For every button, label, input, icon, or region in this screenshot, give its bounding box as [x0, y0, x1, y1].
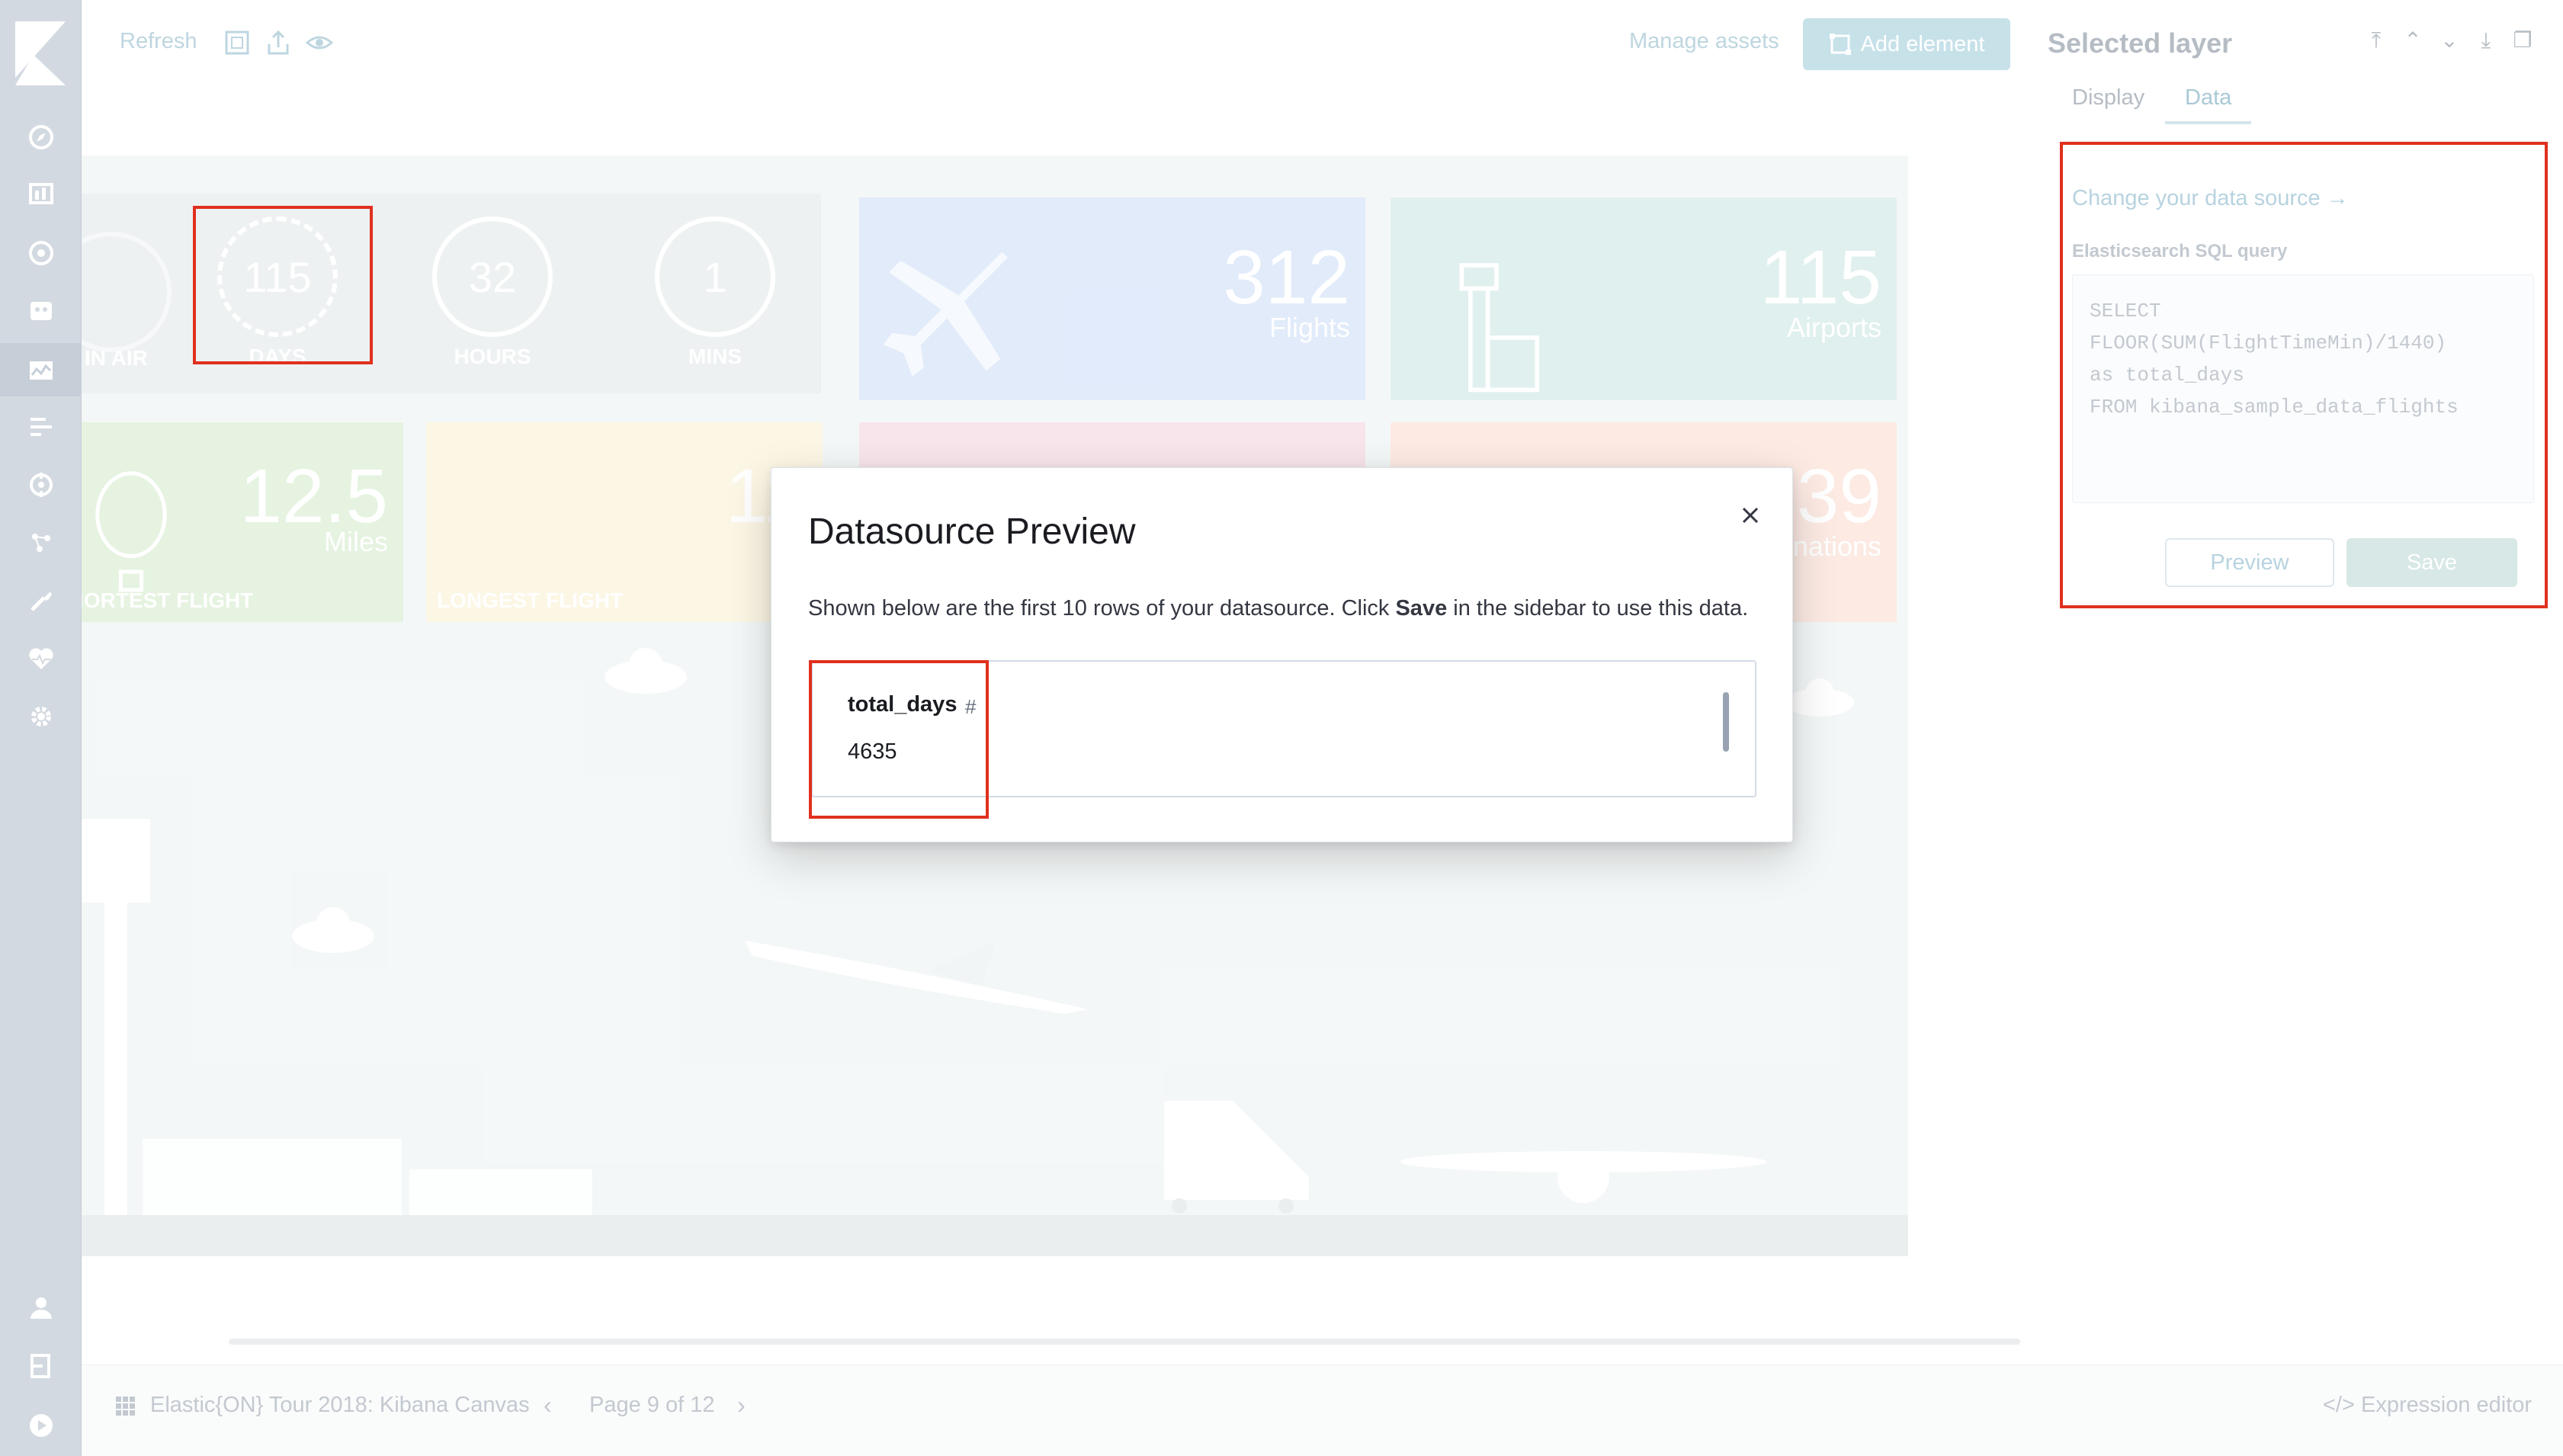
send-to-back-icon[interactable]: ⤓ [2476, 29, 2496, 52]
duplicate-icon[interactable]: ❐ [2513, 29, 2533, 52]
modal-description-text: Shown below are the first 10 rows of you… [808, 596, 1396, 621]
collapse-play-icon[interactable] [26, 1410, 56, 1441]
graph-icon[interactable] [26, 528, 56, 558]
table-scrollbar[interactable] [1723, 692, 1729, 752]
user-icon[interactable] [26, 1293, 56, 1323]
page-footer: Elastic{ON} Tour 2018: Kibana Canvas ‹ P… [82, 1365, 2563, 1456]
highlight-box [193, 206, 373, 364]
page-indicator[interactable]: Page 9 of 12 [589, 1393, 714, 1418]
chevron-right-icon[interactable]: › [737, 1391, 746, 1419]
send-backward-icon[interactable]: ⌄ [2440, 29, 2459, 52]
tab-display[interactable]: Display [2072, 85, 2144, 111]
logout-icon[interactable] [26, 1351, 56, 1381]
ml-icon[interactable] [26, 470, 56, 500]
grid-icon[interactable] [115, 1396, 136, 1417]
highlight-box [809, 660, 989, 819]
save-button[interactable]: Save [2346, 538, 2517, 587]
left-nav [0, 0, 82, 1456]
modal-title: Datasource Preview [808, 512, 1136, 552]
modal-description-text-end: in the sidebar to use this data. [1447, 596, 1749, 621]
timelion-icon[interactable] [26, 296, 56, 326]
sql-query-input[interactable]: SELECT FLOOR(SUM(FlightTimeMin)/1440) as… [2072, 274, 2534, 503]
change-data-source-link[interactable]: Change your data source → [2072, 186, 2349, 211]
sidebar-title: Selected layer [2048, 27, 2233, 59]
sidebar-panel: Selected layer ⤒ ⌃ ⌄ ⤓ ❐ Display Data Ch… [2028, 0, 2563, 1456]
monitoring-icon[interactable] [26, 643, 56, 674]
arrow-right-icon: → [2326, 186, 2349, 210]
kibana-logo[interactable] [15, 21, 66, 85]
expression-editor-label: Expression editor [2361, 1393, 2533, 1417]
apm-icon[interactable] [26, 412, 56, 442]
query-label: Elasticsearch SQL query [2072, 241, 2288, 261]
discover-icon[interactable] [26, 122, 56, 152]
visualize-icon[interactable] [26, 178, 56, 209]
chevron-left-icon[interactable]: ‹ [544, 1391, 552, 1419]
dev-tools-icon[interactable] [26, 585, 56, 616]
layer-controls: ⤒ ⌃ ⌄ ⤓ ❐ [2366, 29, 2533, 52]
bring-forward-icon[interactable]: ⌃ [2403, 29, 2423, 52]
expression-editor-button[interactable]: </> Expression editor [2323, 1393, 2532, 1418]
tab-data[interactable]: Data [2165, 85, 2252, 124]
workpad-name[interactable]: Elastic{ON} Tour 2018: Kibana Canvas [150, 1393, 530, 1418]
bring-to-front-icon[interactable]: ⤒ [2366, 29, 2386, 52]
change-data-source-label: Change your data source [2072, 186, 2321, 210]
close-icon[interactable] [1735, 500, 1766, 531]
dashboard-icon[interactable] [26, 238, 56, 268]
canvas-icon[interactable] [26, 355, 56, 386]
sidebar-tabs: Display Data [2028, 76, 2563, 130]
modal-description-save: Save [1395, 596, 1448, 621]
code-icon: </> [2323, 1393, 2355, 1417]
modal-description: Shown below are the first 10 rows of you… [808, 596, 1748, 621]
management-gear-icon[interactable] [26, 701, 56, 732]
preview-button[interactable]: Preview [2165, 538, 2334, 587]
